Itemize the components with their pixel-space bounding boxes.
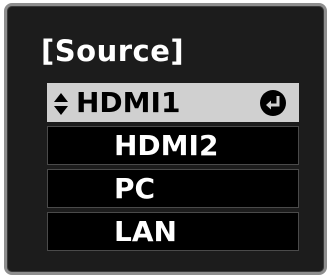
- source-option-pc[interactable]: PC: [47, 169, 299, 208]
- source-option-label: PC: [114, 172, 156, 205]
- source-option-label: HDMI1: [76, 86, 181, 119]
- source-list: HDMI1 HDMI2 PC LAN: [47, 83, 299, 255]
- source-menu-panel: [Source] HDMI1 HDMI2 PC LAN: [4, 3, 327, 275]
- menu-title: [Source]: [41, 34, 185, 68]
- enter-icon: [260, 90, 286, 116]
- source-option-hdmi2[interactable]: HDMI2: [47, 126, 299, 165]
- source-option-label: LAN: [114, 215, 177, 248]
- source-option-lan[interactable]: LAN: [47, 212, 299, 251]
- source-option-hdmi1[interactable]: HDMI1: [47, 83, 299, 122]
- up-down-arrows-icon: [54, 93, 68, 115]
- source-option-label: HDMI2: [114, 129, 219, 162]
